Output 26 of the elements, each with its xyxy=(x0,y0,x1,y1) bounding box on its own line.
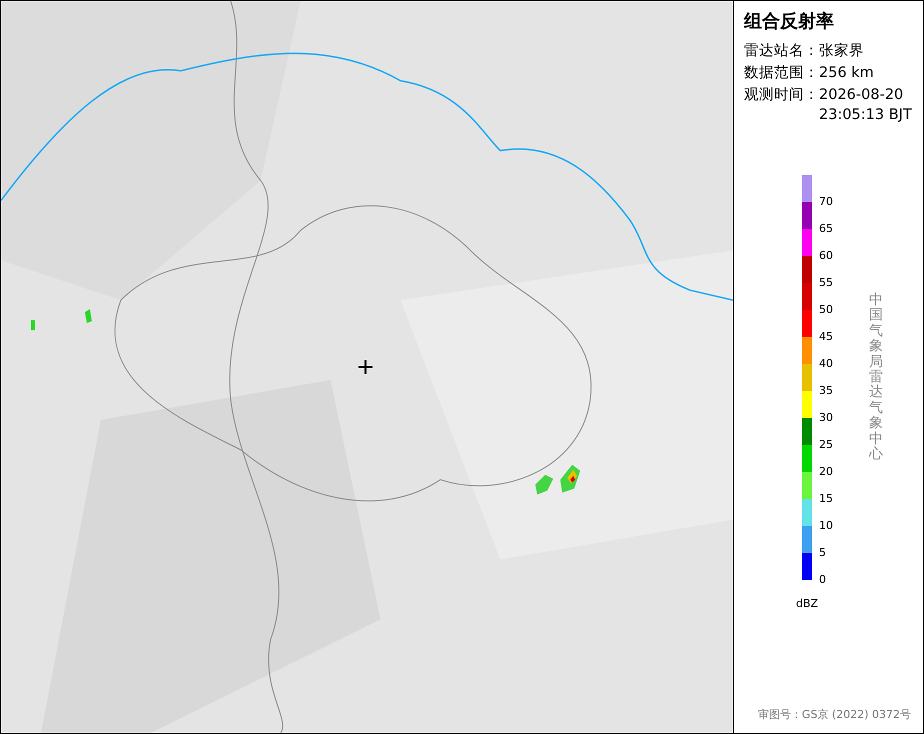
legend-label: 45 xyxy=(819,331,833,343)
legend-label: 10 xyxy=(819,520,833,532)
legend-label: 35 xyxy=(819,385,833,397)
info-value: 2026-08-20 xyxy=(819,86,904,105)
legend-label: 55 xyxy=(819,277,833,289)
legend-label: 60 xyxy=(819,250,833,262)
legend-label: 15 xyxy=(819,493,833,505)
info-value: 256 km xyxy=(819,64,874,83)
info-label: 雷达站名： xyxy=(744,42,819,61)
info-label: 数据范围： xyxy=(744,64,819,83)
panel-title: 组合反射率 xyxy=(744,10,835,34)
legend-label: 5 xyxy=(819,547,826,559)
legend-label: 25 xyxy=(819,439,833,451)
legend-label: 50 xyxy=(819,304,833,316)
legend-unit: dBZ xyxy=(796,596,820,612)
legend-label: 40 xyxy=(819,358,833,370)
legend-label: 65 xyxy=(819,223,833,235)
info-value: 23:05:13 BJT xyxy=(819,106,912,125)
legend-label: 0 xyxy=(819,574,826,586)
info-value: 张家界 xyxy=(819,42,864,61)
legend-label: 20 xyxy=(819,466,833,478)
legend-label: 30 xyxy=(819,412,833,424)
info-label: 观测时间： xyxy=(744,86,819,105)
credit-text: 中国气象局雷达气象中心 xyxy=(869,293,883,462)
approval-number: 审图号：GS京 (2022) 0372号 xyxy=(758,706,911,722)
legend-label: 70 xyxy=(819,196,833,208)
